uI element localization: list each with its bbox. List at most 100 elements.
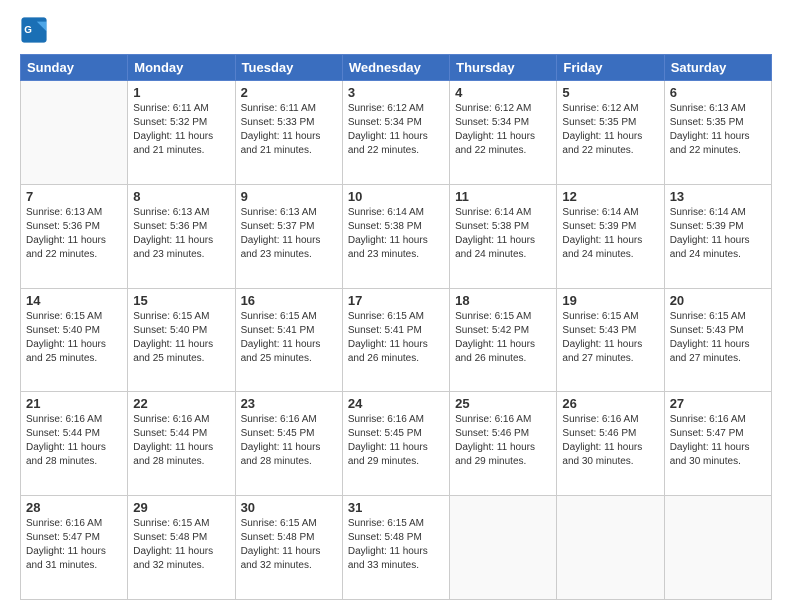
calendar-week-2: 7Sunrise: 6:13 AM Sunset: 5:36 PM Daylig…	[21, 184, 772, 288]
day-info: Sunrise: 6:14 AM Sunset: 5:38 PM Dayligh…	[455, 206, 551, 262]
day-number: 23	[241, 396, 337, 411]
day-info: Sunrise: 6:14 AM Sunset: 5:39 PM Dayligh…	[670, 206, 766, 262]
day-info: Sunrise: 6:15 AM Sunset: 5:41 PM Dayligh…	[348, 310, 444, 366]
logo-icon: G	[20, 16, 48, 44]
day-info: Sunrise: 6:15 AM Sunset: 5:48 PM Dayligh…	[133, 517, 229, 573]
day-number: 30	[241, 500, 337, 515]
day-info: Sunrise: 6:11 AM Sunset: 5:33 PM Dayligh…	[241, 102, 337, 158]
calendar-cell: 21Sunrise: 6:16 AM Sunset: 5:44 PM Dayli…	[21, 392, 128, 496]
calendar-cell: 31 Sunrise: 6:15 AM Sunset: 5:48 PM Dayli…	[342, 496, 449, 600]
day-info: Sunrise: 6:16 AM Sunset: 5:46 PM Dayligh…	[562, 413, 658, 469]
calendar-cell: 13 Sunrise: 6:14 AM Sunset: 5:39 PM Dayli…	[664, 184, 771, 288]
day-number: 16	[241, 293, 337, 308]
day-info: Sunrise: 6:15 AM Sunset: 5:48 PM Dayligh…	[241, 517, 337, 573]
calendar-header-tuesday: Tuesday	[235, 55, 342, 81]
day-info: Sunrise: 6:15 AM Sunset: 5:43 PM Dayligh…	[670, 310, 766, 366]
calendar-cell: 23Sunrise: 6:16 AM Sunset: 5:45 PM Dayli…	[235, 392, 342, 496]
day-number: 11	[455, 189, 551, 204]
calendar-cell: 18 Sunrise: 6:15 AM Sunset: 5:42 PM Dayli…	[450, 288, 557, 392]
calendar-cell: 26Sunrise: 6:16 AM Sunset: 5:46 PM Dayli…	[557, 392, 664, 496]
calendar-week-5: 28 Sunrise: 6:16 AM Sunset: 5:47 PM Dayli…	[21, 496, 772, 600]
day-info: Sunrise: 6:15 AM Sunset: 5:43 PM Dayligh…	[562, 310, 658, 366]
calendar-cell: 12 Sunrise: 6:14 AM Sunset: 5:39 PM Dayli…	[557, 184, 664, 288]
calendar-cell: 28 Sunrise: 6:16 AM Sunset: 5:47 PM Dayli…	[21, 496, 128, 600]
calendar-cell: 14 Sunrise: 6:15 AM Sunset: 5:40 PM Dayli…	[21, 288, 128, 392]
day-number: 20	[670, 293, 766, 308]
day-info: Sunrise: 6:12 AM Sunset: 5:34 PM Dayligh…	[348, 102, 444, 158]
day-info: Sunrise: 6:15 AM Sunset: 5:40 PM Dayligh…	[26, 310, 122, 366]
calendar-cell: 17 Sunrise: 6:15 AM Sunset: 5:41 PM Dayli…	[342, 288, 449, 392]
day-number: 19	[562, 293, 658, 308]
day-number: 3	[348, 85, 444, 100]
page: G SundayMondayTuesdayWednesdayThursdayFr…	[0, 0, 792, 612]
calendar-cell	[557, 496, 664, 600]
day-number: 31	[348, 500, 444, 515]
day-number: 28	[26, 500, 122, 515]
calendar-cell: 8 Sunrise: 6:13 AM Sunset: 5:36 PM Daylig…	[128, 184, 235, 288]
calendar-cell	[450, 496, 557, 600]
calendar-cell: 15 Sunrise: 6:15 AM Sunset: 5:40 PM Dayli…	[128, 288, 235, 392]
day-info: Sunrise: 6:12 AM Sunset: 5:35 PM Dayligh…	[562, 102, 658, 158]
calendar-week-1: 1 Sunrise: 6:11 AM Sunset: 5:32 PM Daylig…	[21, 81, 772, 185]
calendar-cell: 5 Sunrise: 6:12 AM Sunset: 5:35 PM Daylig…	[557, 81, 664, 185]
day-info: Sunrise: 6:11 AM Sunset: 5:32 PM Dayligh…	[133, 102, 229, 158]
calendar-cell: 19 Sunrise: 6:15 AM Sunset: 5:43 PM Dayli…	[557, 288, 664, 392]
calendar-cell: 20 Sunrise: 6:15 AM Sunset: 5:43 PM Dayli…	[664, 288, 771, 392]
day-number: 8	[133, 189, 229, 204]
calendar-week-4: 21Sunrise: 6:16 AM Sunset: 5:44 PM Dayli…	[21, 392, 772, 496]
day-info: Sunrise: 6:16 AM Sunset: 5:46 PM Dayligh…	[455, 413, 551, 469]
day-info: Sunrise: 6:16 AM Sunset: 5:44 PM Dayligh…	[26, 413, 122, 469]
calendar-cell: 2Sunrise: 6:11 AM Sunset: 5:33 PM Daylig…	[235, 81, 342, 185]
calendar-cell: 24 Sunrise: 6:16 AM Sunset: 5:45 PM Dayli…	[342, 392, 449, 496]
logo: G	[20, 16, 52, 44]
day-info: Sunrise: 6:13 AM Sunset: 5:36 PM Dayligh…	[26, 206, 122, 262]
day-info: Sunrise: 6:13 AM Sunset: 5:35 PM Dayligh…	[670, 102, 766, 158]
calendar-cell: 25Sunrise: 6:16 AM Sunset: 5:46 PM Dayli…	[450, 392, 557, 496]
header: G	[20, 16, 772, 44]
calendar-cell	[21, 81, 128, 185]
calendar-header-saturday: Saturday	[664, 55, 771, 81]
calendar-table: SundayMondayTuesdayWednesdayThursdayFrid…	[20, 54, 772, 600]
calendar-cell: 9 Sunrise: 6:13 AM Sunset: 5:37 PM Daylig…	[235, 184, 342, 288]
day-info: Sunrise: 6:16 AM Sunset: 5:45 PM Dayligh…	[348, 413, 444, 469]
day-number: 12	[562, 189, 658, 204]
calendar-header-thursday: Thursday	[450, 55, 557, 81]
day-number: 15	[133, 293, 229, 308]
day-number: 5	[562, 85, 658, 100]
calendar-header-sunday: Sunday	[21, 55, 128, 81]
day-number: 27	[670, 396, 766, 411]
day-info: Sunrise: 6:16 AM Sunset: 5:44 PM Dayligh…	[133, 413, 229, 469]
day-number: 13	[670, 189, 766, 204]
day-number: 29	[133, 500, 229, 515]
calendar-cell: 11 Sunrise: 6:14 AM Sunset: 5:38 PM Dayli…	[450, 184, 557, 288]
day-number: 14	[26, 293, 122, 308]
calendar-cell: 1 Sunrise: 6:11 AM Sunset: 5:32 PM Daylig…	[128, 81, 235, 185]
calendar-cell	[664, 496, 771, 600]
calendar-cell: 3 Sunrise: 6:12 AM Sunset: 5:34 PM Daylig…	[342, 81, 449, 185]
day-info: Sunrise: 6:15 AM Sunset: 5:48 PM Dayligh…	[348, 517, 444, 573]
calendar-cell: 30 Sunrise: 6:15 AM Sunset: 5:48 PM Dayli…	[235, 496, 342, 600]
day-info: Sunrise: 6:13 AM Sunset: 5:36 PM Dayligh…	[133, 206, 229, 262]
day-number: 6	[670, 85, 766, 100]
day-number: 1	[133, 85, 229, 100]
day-info: Sunrise: 6:15 AM Sunset: 5:42 PM Dayligh…	[455, 310, 551, 366]
day-number: 22	[133, 396, 229, 411]
calendar-week-3: 14 Sunrise: 6:15 AM Sunset: 5:40 PM Dayli…	[21, 288, 772, 392]
day-info: Sunrise: 6:15 AM Sunset: 5:40 PM Dayligh…	[133, 310, 229, 366]
day-number: 9	[241, 189, 337, 204]
calendar-cell: 22 Sunrise: 6:16 AM Sunset: 5:44 PM Dayli…	[128, 392, 235, 496]
day-number: 24	[348, 396, 444, 411]
day-number: 17	[348, 293, 444, 308]
day-info: Sunrise: 6:15 AM Sunset: 5:41 PM Dayligh…	[241, 310, 337, 366]
day-info: Sunrise: 6:16 AM Sunset: 5:47 PM Dayligh…	[670, 413, 766, 469]
day-info: Sunrise: 6:14 AM Sunset: 5:39 PM Dayligh…	[562, 206, 658, 262]
day-info: Sunrise: 6:14 AM Sunset: 5:38 PM Dayligh…	[348, 206, 444, 262]
day-info: Sunrise: 6:13 AM Sunset: 5:37 PM Dayligh…	[241, 206, 337, 262]
day-number: 4	[455, 85, 551, 100]
day-number: 18	[455, 293, 551, 308]
svg-text:G: G	[24, 25, 32, 36]
calendar-header-friday: Friday	[557, 55, 664, 81]
calendar-cell: 4Sunrise: 6:12 AM Sunset: 5:34 PM Daylig…	[450, 81, 557, 185]
day-info: Sunrise: 6:16 AM Sunset: 5:47 PM Dayligh…	[26, 517, 122, 573]
calendar-header-wednesday: Wednesday	[342, 55, 449, 81]
